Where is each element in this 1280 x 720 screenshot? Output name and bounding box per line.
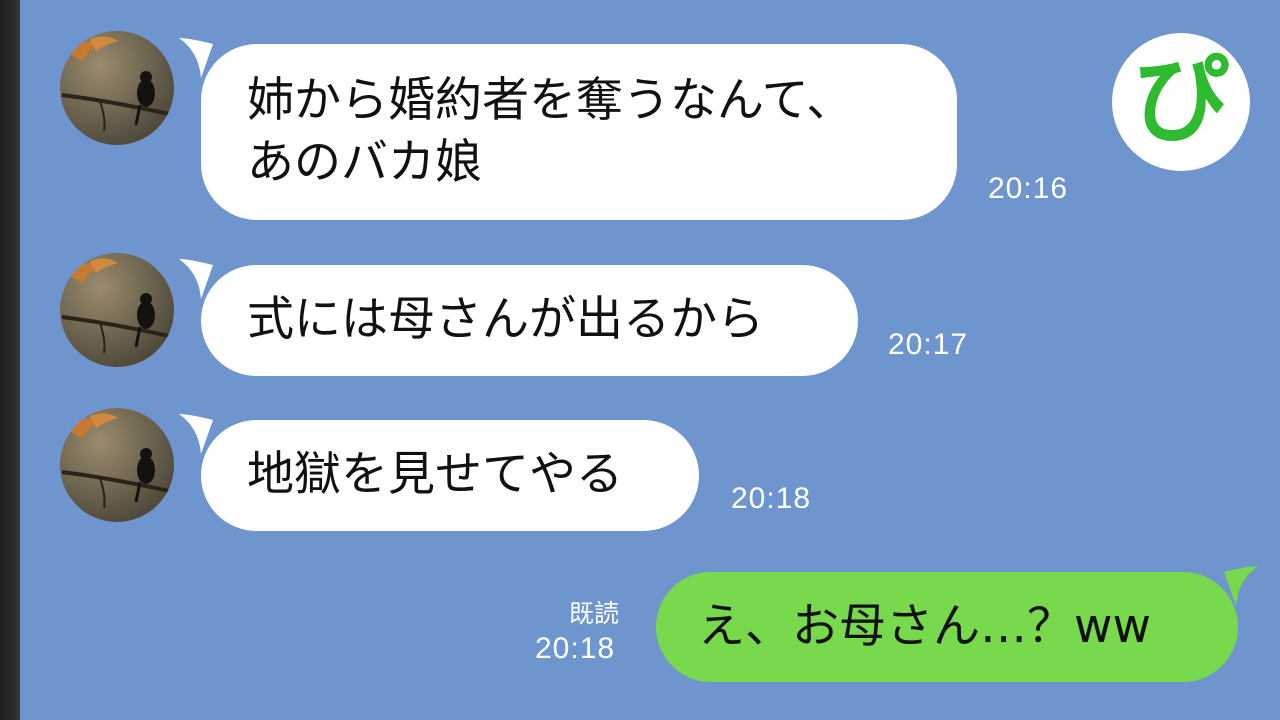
message-bubble-incoming[interactable]: 地獄を見せてやる [179,414,699,531]
read-receipt-label: 既読 [569,599,620,628]
message-bubble-outgoing[interactable]: え、お母さん…？ww [656,566,1258,682]
bubble-tail [179,38,213,78]
channel-logo-text: ぴ [1133,44,1229,156]
contact-avatar[interactable] [60,253,174,367]
message-text: 式には母さんが出るから [247,292,764,347]
bubble-tail [179,259,213,299]
bird-on-branch-icon [61,413,174,509]
message-bubble-incoming[interactable]: 姉から婚約者を奪うなんて、 あのバカ娘 [179,38,957,220]
message-timestamp: 20:16 [988,172,1069,205]
message-timestamp: 20:18 [535,632,616,665]
bubble-tail [179,414,213,454]
channel-logo-badge: ぴ [1112,33,1250,171]
contact-avatar[interactable] [60,31,174,145]
message-bubble-incoming[interactable]: 式には母さんが出るから [179,259,858,376]
bird-on-branch-icon [61,258,174,354]
message-text: 姉から婚約者を奪うなんて、 あのバカ娘 [247,73,854,190]
message-text: 地獄を見せてやる [247,447,623,502]
message-timestamp: 20:17 [888,328,969,361]
contact-avatar[interactable] [60,408,174,522]
phone-frame-edge [0,0,20,720]
message-text: え、お母さん…？ww [698,599,1151,654]
bird-on-branch-icon [61,36,174,132]
message-timestamp: 20:18 [731,482,812,515]
